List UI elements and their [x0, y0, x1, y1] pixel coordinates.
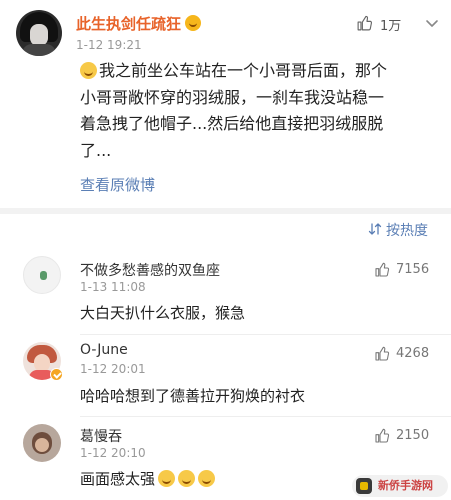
commenter-name[interactable]: 不做多愁善感的双鱼座 [80, 260, 220, 280]
comment-like-count: 2150 [396, 428, 430, 443]
post-author[interactable]: 此生执剑任疏狂 [76, 13, 202, 34]
commenter-name[interactable]: 葛慢吞 [80, 426, 122, 446]
post-like-button[interactable]: 1万 [356, 14, 404, 34]
watermark-text: 新侨手游网 [378, 479, 433, 492]
post-time: 1-12 19:21 [76, 38, 142, 52]
post-line: 我之前坐公车站在一个小哥哥后面，那个 [99, 61, 388, 80]
post-body: 我之前坐公车站在一个小哥哥后面，那个 小哥哥敞怀穿的羽绒服，一刹车我没站稳一 着… [80, 58, 440, 164]
comment-text-row: 画面感太强 [80, 468, 216, 489]
laughing-emoji-icon [178, 470, 196, 487]
laughing-emoji-icon [158, 470, 176, 487]
author-avatar[interactable] [16, 10, 62, 56]
thumbs-up-icon [356, 15, 373, 32]
sort-label: 按热度 [386, 223, 428, 239]
sort-icon [368, 222, 382, 236]
watermark-logo-icon [356, 478, 372, 494]
comment-time: 1-12 20:10 [80, 446, 146, 460]
comment-like-button[interactable]: 4268 [374, 346, 440, 364]
more-options-button[interactable] [423, 14, 441, 32]
sort-by-hot-button[interactable]: 按热度 [368, 219, 443, 239]
chevron-down-icon [426, 20, 438, 27]
post-line: 小哥哥敞怀穿的羽绒服，一刹车我没站稳一 [80, 87, 385, 107]
comment-like-count: 4268 [396, 346, 430, 361]
laughing-emoji-icon [80, 62, 97, 79]
thumbs-up-icon [374, 346, 390, 362]
comment-text: 大白天扒什么衣服，猴急 [80, 304, 246, 322]
laughing-emoji-icon [198, 470, 216, 487]
comment-like-count: 7156 [396, 262, 430, 277]
comment-divider [80, 416, 451, 417]
commenter-avatar[interactable] [23, 256, 61, 294]
comment-time: 1-13 11:08 [80, 280, 146, 294]
post-line: 着急拽了他帽子...然后给他直接把羽绒服脱 [80, 114, 384, 133]
view-original-link[interactable]: 查看原微博 [80, 174, 155, 195]
comment-text: 画面感太强 [80, 470, 156, 488]
emoji-icon [185, 15, 202, 31]
post-line: 了... [80, 140, 112, 160]
comment-like-button[interactable]: 2150 [374, 428, 440, 446]
comment-time: 1-12 20:01 [80, 362, 146, 376]
comment-like-button[interactable]: 7156 [374, 262, 440, 280]
post-author-name[interactable]: 此生执剑任疏狂 [76, 15, 181, 33]
comment-divider [80, 334, 451, 335]
thumbs-up-icon [374, 428, 390, 444]
commenter-avatar[interactable] [23, 424, 61, 462]
thumbs-up-icon [374, 262, 390, 278]
verified-badge-icon [50, 368, 63, 381]
main-post: 此生执剑任疏狂 1-12 19:21 1万 我之前坐公车站在一个小哥哥后面，那个… [0, 0, 451, 213]
comment-text: 哈哈哈想到了德善拉开狗焕的衬衣 [80, 387, 306, 405]
section-divider [0, 208, 451, 214]
commenter-name[interactable]: O-June [80, 342, 128, 358]
post-like-count: 1万 [380, 19, 402, 34]
site-watermark: 新侨手游网 [352, 475, 448, 497]
